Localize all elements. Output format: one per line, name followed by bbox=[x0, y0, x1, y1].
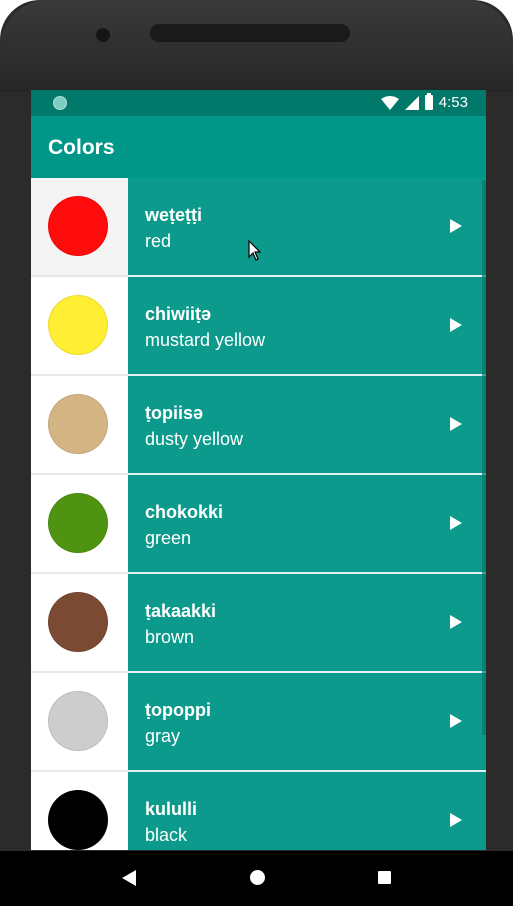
scrollbar[interactable] bbox=[482, 180, 486, 735]
swatch-cell bbox=[31, 772, 128, 850]
miwok-word: chiwiiṭə bbox=[145, 304, 212, 324]
miwok-word: weṭeṭṭi bbox=[145, 205, 203, 225]
miwok-word: kululli bbox=[145, 799, 198, 819]
status-time: 4:53 bbox=[438, 94, 468, 111]
miwok-word: ṭopoppi bbox=[145, 700, 211, 720]
miwok-word: ṭakaakki bbox=[145, 601, 217, 621]
wifi-icon bbox=[380, 95, 399, 110]
list-item[interactable]: ṭopiisə dusty yellow bbox=[31, 376, 486, 475]
english-translation: gray bbox=[145, 726, 181, 746]
list-item-info[interactable]: ṭopoppi gray bbox=[128, 673, 486, 772]
back-icon[interactable] bbox=[122, 870, 136, 886]
list-item[interactable]: chiwiiṭə mustard yellow bbox=[31, 277, 486, 376]
list-item-info[interactable]: ṭopiisə dusty yellow bbox=[128, 376, 486, 475]
screen: 4:53 Colors weṭeṭṭi red chiwiiṭə mustard… bbox=[31, 90, 486, 850]
status-icons: 4:53 bbox=[380, 93, 468, 111]
signal-icon bbox=[404, 95, 419, 110]
color-swatch bbox=[48, 691, 108, 751]
list-item[interactable]: ṭakaakki brown bbox=[31, 574, 486, 673]
swatch-cell bbox=[31, 376, 128, 475]
color-list: weṭeṭṭi red chiwiiṭə mustard yellow ṭopi… bbox=[31, 178, 486, 850]
list-item[interactable]: chokokki green bbox=[31, 475, 486, 574]
home-icon[interactable] bbox=[250, 870, 265, 885]
navigation-bar bbox=[0, 851, 513, 906]
swatch-cell bbox=[31, 673, 128, 772]
color-swatch bbox=[48, 196, 108, 256]
play-icon[interactable] bbox=[450, 417, 462, 431]
phone-bezel bbox=[0, 0, 513, 92]
english-translation: green bbox=[145, 528, 192, 548]
battery-icon bbox=[424, 93, 433, 110]
english-translation: brown bbox=[145, 627, 195, 647]
miwok-word: ṭopiisə bbox=[145, 403, 204, 423]
list-item[interactable]: kululli black bbox=[31, 772, 486, 850]
list-item[interactable]: weṭeṭṭi red bbox=[31, 178, 486, 277]
play-icon[interactable] bbox=[450, 516, 462, 530]
swatch-cell bbox=[31, 574, 128, 673]
color-swatch bbox=[48, 592, 108, 652]
color-swatch bbox=[48, 493, 108, 553]
app-bar: Colors bbox=[31, 116, 486, 178]
swatch-cell bbox=[31, 475, 128, 574]
play-icon[interactable] bbox=[450, 318, 462, 332]
notification-dot-icon bbox=[53, 96, 67, 110]
english-translation: red bbox=[145, 231, 172, 251]
color-swatch bbox=[48, 394, 108, 454]
list-item-info[interactable]: kululli black bbox=[128, 772, 486, 850]
color-swatch bbox=[48, 295, 108, 355]
swatch-cell bbox=[31, 178, 128, 277]
list-item[interactable]: ṭopoppi gray bbox=[31, 673, 486, 772]
color-swatch bbox=[48, 790, 108, 850]
phone-frame: 4:53 Colors weṭeṭṭi red chiwiiṭə mustard… bbox=[0, 0, 513, 906]
status-bar: 4:53 bbox=[31, 90, 486, 116]
list-item-info[interactable]: chiwiiṭə mustard yellow bbox=[128, 277, 486, 376]
list-item-info[interactable]: ṭakaakki brown bbox=[128, 574, 486, 673]
play-icon[interactable] bbox=[450, 714, 462, 728]
play-icon[interactable] bbox=[450, 615, 462, 629]
earpiece-speaker bbox=[150, 24, 350, 42]
english-translation: dusty yellow bbox=[145, 429, 244, 449]
miwok-word: chokokki bbox=[145, 502, 224, 522]
page-title: Colors bbox=[48, 136, 115, 159]
english-translation: black bbox=[145, 825, 188, 845]
play-icon[interactable] bbox=[450, 813, 462, 827]
mouse-cursor-icon bbox=[248, 240, 262, 261]
recents-icon[interactable] bbox=[378, 871, 391, 884]
english-translation: mustard yellow bbox=[145, 330, 266, 350]
swatch-cell bbox=[31, 277, 128, 376]
front-camera bbox=[96, 28, 110, 42]
list-item-info[interactable]: chokokki green bbox=[128, 475, 486, 574]
play-icon[interactable] bbox=[450, 219, 462, 233]
list-item-info[interactable]: weṭeṭṭi red bbox=[128, 178, 486, 277]
